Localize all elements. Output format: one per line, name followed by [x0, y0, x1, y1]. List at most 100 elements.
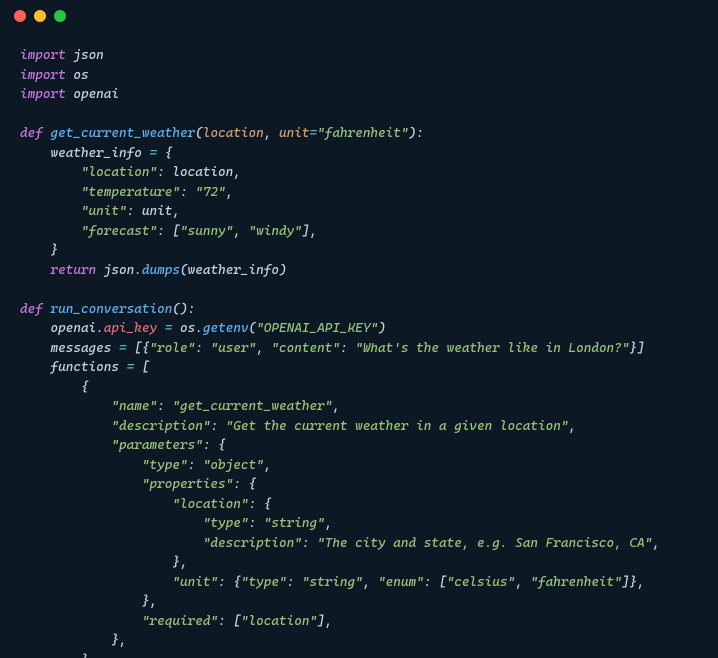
colon: :	[302, 536, 317, 551]
code-content: import json import os import openai def …	[0, 32, 718, 658]
keyword-def: def	[20, 126, 43, 141]
colon: :	[188, 458, 203, 473]
key-temperature: "temperature"	[81, 185, 180, 200]
comma: ,	[233, 165, 241, 180]
bracket: [{	[134, 341, 149, 356]
key-unit-prop: "unit"	[172, 575, 218, 590]
key-forecast: "forecast"	[81, 224, 157, 239]
val-temperature: "72"	[195, 185, 225, 200]
comma: ,	[233, 224, 248, 239]
keyword-import: import	[20, 68, 66, 83]
key-role: "role"	[150, 341, 196, 356]
val-fahrenheit: "fahrenheit"	[530, 575, 621, 590]
key-properties: "properties"	[142, 477, 233, 492]
dot: .	[96, 321, 104, 336]
window-titlebar	[0, 0, 718, 32]
colon: :	[210, 419, 225, 434]
ident-os: os	[180, 321, 195, 336]
colon: :	[249, 516, 264, 531]
colon: : [	[424, 575, 447, 590]
val-unit: unit	[142, 204, 172, 219]
colon: : [	[218, 614, 241, 629]
code-window: import json import os import openai def …	[0, 0, 718, 658]
colon: :	[127, 204, 142, 219]
str-fahrenheit: "fahrenheit"	[317, 126, 408, 141]
module-json: json	[73, 48, 103, 63]
val-string: "string"	[302, 575, 363, 590]
arg-weather-info: weather_info	[188, 263, 279, 278]
keyword-def: def	[20, 302, 43, 317]
colon: : {	[233, 477, 256, 492]
str-openai-api-key: "OPENAI_API_KEY"	[256, 321, 378, 336]
bracket: ]},	[622, 575, 645, 590]
param-location: location	[203, 126, 264, 141]
comma: ,	[226, 185, 234, 200]
key-description: "description"	[203, 536, 302, 551]
val-content: "What's the weather like in London?"	[355, 341, 629, 356]
eq: =	[150, 146, 158, 161]
paren: )	[378, 321, 386, 336]
comma: ,	[264, 126, 279, 141]
colon: :	[180, 185, 195, 200]
colon: :	[287, 575, 302, 590]
bracket: [	[142, 360, 150, 375]
val-sunny: "sunny"	[180, 224, 233, 239]
comma: ,	[325, 516, 333, 531]
val-user: "user"	[210, 341, 256, 356]
val-object: "object"	[203, 458, 264, 473]
eq: =	[119, 341, 127, 356]
def-run-conversation: run_conversation	[50, 302, 172, 317]
call-getenv: getenv	[203, 321, 249, 336]
colon: : {	[218, 575, 241, 590]
module-os: os	[73, 68, 88, 83]
bracket: ],	[302, 224, 317, 239]
key-description: "description"	[111, 419, 210, 434]
eq: =	[309, 126, 317, 141]
attr-api-key: api_key	[104, 321, 157, 336]
paren: ():	[172, 302, 195, 317]
eq: =	[127, 360, 135, 375]
key-location: "location"	[81, 165, 157, 180]
comma: ,	[363, 575, 378, 590]
val-required-location: "location"	[241, 614, 317, 629]
comma: ,	[332, 399, 340, 414]
bracket: ],	[317, 614, 332, 629]
maximize-icon[interactable]	[54, 10, 66, 22]
brace: },	[172, 555, 187, 570]
paren: )	[279, 263, 287, 278]
var-functions: functions	[50, 360, 119, 375]
call-dumps: dumps	[142, 263, 180, 278]
colon: : {	[203, 438, 226, 453]
colon: : {	[249, 497, 272, 512]
colon: :	[157, 165, 172, 180]
brace: {	[165, 146, 173, 161]
module-openai: openai	[73, 87, 119, 102]
dot: .	[195, 321, 203, 336]
key-type: "type"	[142, 458, 188, 473]
def-get-current-weather: get_current_weather	[50, 126, 195, 141]
brace: },	[142, 594, 157, 609]
key-location-prop: "location"	[172, 497, 248, 512]
brace: }	[50, 243, 58, 258]
eq: =	[165, 321, 173, 336]
val-celsius: "celsius"	[447, 575, 516, 590]
key-name: "name"	[111, 399, 157, 414]
comma: ,	[256, 341, 271, 356]
minimize-icon[interactable]	[34, 10, 46, 22]
comma: ,	[515, 575, 530, 590]
keyword-return: return	[50, 263, 96, 278]
val-string: "string"	[264, 516, 325, 531]
comma: ,	[264, 458, 272, 473]
colon: :	[195, 341, 210, 356]
close-icon[interactable]	[14, 10, 26, 22]
keyword-import: import	[20, 48, 66, 63]
val-location: location	[172, 165, 233, 180]
key-parameters: "parameters"	[111, 438, 202, 453]
keyword-import: import	[20, 87, 66, 102]
param-unit: unit	[279, 126, 309, 141]
comma: ,	[652, 536, 660, 551]
dot: .	[134, 263, 142, 278]
key-content: "content"	[271, 341, 340, 356]
val-name: "get_current_weather"	[172, 399, 332, 414]
key-type: "type"	[203, 516, 249, 531]
